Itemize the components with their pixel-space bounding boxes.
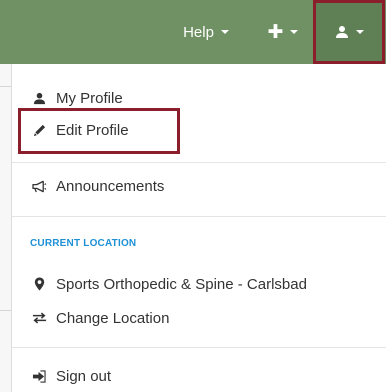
menu-item-label: Sign out (56, 367, 112, 385)
menu-item-my-profile[interactable]: My Profile (12, 84, 386, 112)
menu-divider (12, 347, 386, 348)
menu-item-change-location[interactable]: Change Location (12, 304, 386, 332)
user-dropdown-menu: My Profile Edit Profile Announcements CU… (12, 64, 386, 392)
menu-item-label: Edit Profile (56, 121, 129, 139)
screen: Help ✚ My Profile Edit Profile Announcem… (0, 0, 386, 392)
help-label: Help (183, 23, 214, 41)
menu-item-edit-profile[interactable]: Edit Profile (12, 116, 386, 144)
user-icon (335, 26, 348, 38)
top-navbar: Help ✚ (0, 0, 386, 64)
menu-divider (12, 162, 386, 163)
pencil-icon (30, 121, 48, 139)
menu-item-label: My Profile (56, 89, 123, 107)
menu-item-label: Change Location (56, 309, 170, 327)
current-location-header: CURRENT LOCATION (30, 238, 137, 249)
caret-down-icon (290, 30, 299, 34)
menu-item-sign-out[interactable]: Sign out (12, 362, 386, 390)
divider-line (0, 310, 11, 311)
menu-item-announcements[interactable]: Announcements (12, 172, 386, 200)
caret-down-icon (220, 30, 229, 34)
divider-line (0, 86, 11, 87)
map-marker-icon (30, 275, 48, 293)
user-icon (30, 89, 48, 107)
plus-icon: ✚ (267, 21, 284, 43)
help-menu-button[interactable]: Help (168, 0, 244, 64)
page-background-strip (0, 64, 12, 392)
location-name: Sports Orthopedic & Spine - Carlsbad (56, 275, 307, 293)
caret-down-icon (355, 30, 364, 34)
sign-out-icon (30, 367, 48, 385)
user-menu-button[interactable] (313, 0, 385, 64)
exchange-icon (30, 309, 48, 327)
menu-divider (12, 216, 386, 217)
bullhorn-icon (30, 177, 48, 195)
menu-item-label: Announcements (56, 177, 165, 195)
current-location-item[interactable]: Sports Orthopedic & Spine - Carlsbad (12, 270, 386, 298)
add-menu-button[interactable]: ✚ (252, 0, 314, 64)
